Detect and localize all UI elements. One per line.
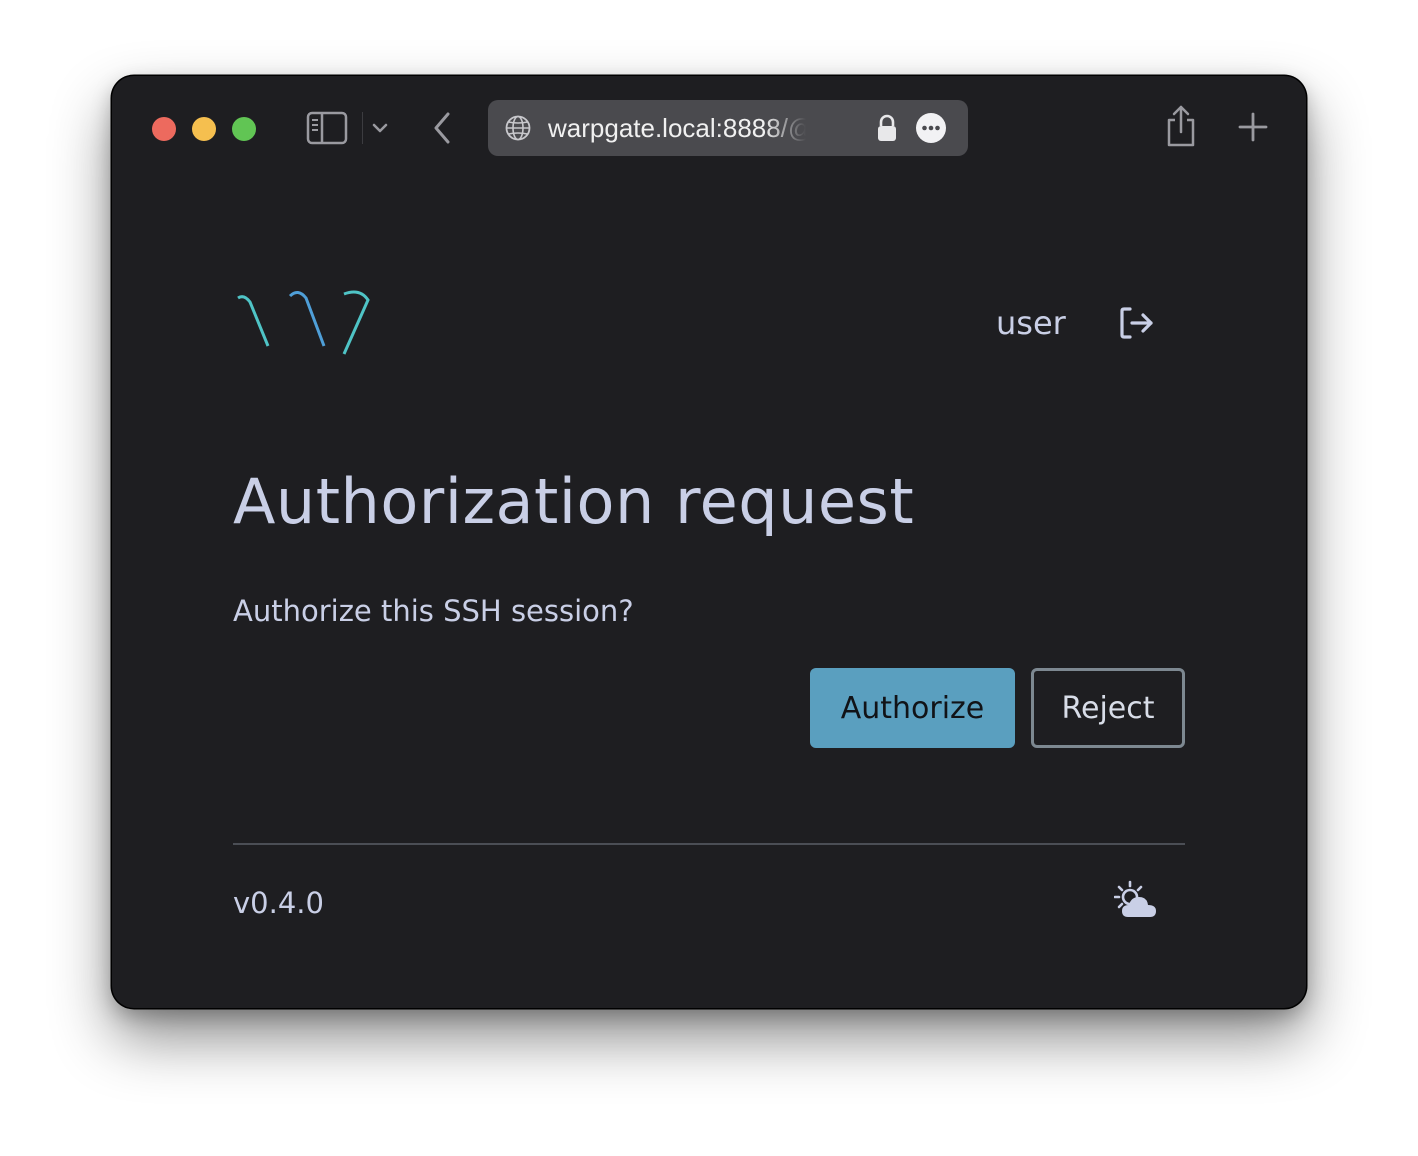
- url-text[interactable]: warpgate.local:8888/@warpgate: [548, 100, 806, 156]
- version-label: v0.4.0: [233, 886, 324, 920]
- plus-icon[interactable]: [1238, 112, 1268, 142]
- sun-cloud-icon[interactable]: [1113, 880, 1160, 920]
- chevron-down-icon[interactable]: [370, 116, 390, 140]
- minimize-window-button[interactable]: [192, 117, 216, 141]
- authorization-question: Authorize this SSH session?: [233, 594, 634, 628]
- chevron-left-icon[interactable]: [430, 110, 454, 146]
- sidebar-icon[interactable]: [306, 110, 348, 146]
- close-window-button[interactable]: [152, 117, 176, 141]
- maximize-window-button[interactable]: [232, 117, 256, 141]
- toolbar-separator: [362, 112, 363, 144]
- browser-window: warpgate.local:8888/@warpgate: [112, 76, 1306, 1008]
- username[interactable]: user: [996, 298, 1066, 348]
- globe-icon: [504, 114, 532, 142]
- authorize-button[interactable]: Authorize: [810, 668, 1015, 748]
- reject-button[interactable]: Reject: [1031, 668, 1185, 748]
- logout-icon[interactable]: [1118, 304, 1156, 342]
- warpgate-logo[interactable]: [224, 284, 374, 364]
- share-icon[interactable]: [1164, 104, 1198, 148]
- browser-toolbar: warpgate.local:8888/@warpgate: [112, 76, 1306, 180]
- ellipsis-icon[interactable]: [916, 113, 946, 143]
- address-bar[interactable]: warpgate.local:8888/@warpgate: [488, 100, 968, 156]
- page-title: Authorization request: [233, 465, 915, 538]
- footer-divider: [233, 843, 1185, 845]
- lock-icon: [876, 114, 898, 142]
